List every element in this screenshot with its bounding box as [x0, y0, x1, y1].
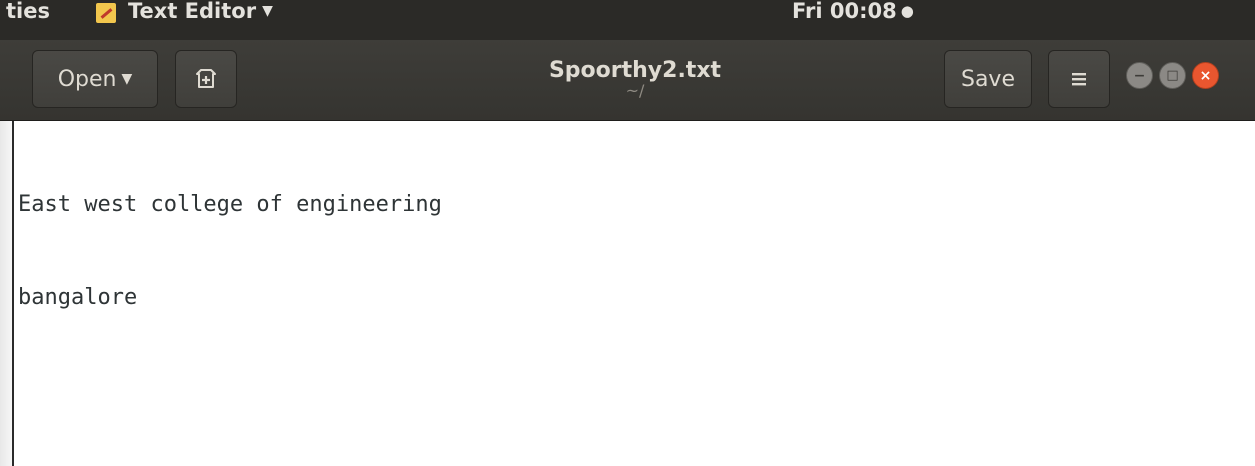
- header-bar: Open ▼ Spoorthy2.txt ~/ Save − □ ×: [0, 40, 1255, 121]
- notification-dot-icon: ●: [900, 2, 914, 20]
- window-title: Spoorthy2.txt ~/: [500, 58, 770, 100]
- editor-line: East west college of engineering: [18, 192, 442, 217]
- open-button-label: Open: [57, 66, 117, 92]
- clock[interactable]: Fri 00:08 ●: [792, 0, 914, 23]
- editor-left-border: [0, 121, 14, 466]
- editor-line: bangalore: [18, 285, 138, 310]
- maximize-button[interactable]: □: [1159, 62, 1186, 89]
- text-editor-app-icon: [96, 3, 116, 23]
- hamburger-menu-button[interactable]: [1048, 50, 1110, 108]
- document-path: ~/: [625, 81, 645, 100]
- save-button[interactable]: Save: [944, 50, 1032, 108]
- minimize-icon: −: [1133, 67, 1146, 84]
- editor-content[interactable]: East west college of engineering bangalo…: [18, 127, 442, 375]
- maximize-icon: □: [1166, 68, 1179, 83]
- new-document-icon: [196, 69, 216, 88]
- window-controls: − □ ×: [1126, 62, 1219, 89]
- app-menu-label: Text Editor: [128, 0, 257, 23]
- app-menu[interactable]: Text Editor ▼: [128, 0, 273, 23]
- save-button-label: Save: [960, 66, 1015, 92]
- system-top-bar: ties Text Editor ▼ Fri 00:08 ●: [0, 0, 1255, 40]
- activities-button[interactable]: ties: [6, 0, 50, 23]
- text-editor-area[interactable]: East west college of engineering bangalo…: [0, 121, 1255, 466]
- hamburger-menu-icon: [1072, 73, 1086, 86]
- open-dropdown-arrow-icon: ▼: [121, 71, 133, 87]
- close-icon: ×: [1199, 67, 1212, 84]
- document-title: Spoorthy2.txt: [548, 58, 722, 83]
- close-button[interactable]: ×: [1192, 62, 1219, 89]
- minimize-button[interactable]: −: [1126, 62, 1153, 89]
- open-button[interactable]: Open ▼: [32, 50, 158, 108]
- clock-label: Fri 00:08: [792, 0, 897, 23]
- app-menu-arrow-icon: ▼: [262, 3, 273, 19]
- new-document-button[interactable]: [175, 50, 237, 108]
